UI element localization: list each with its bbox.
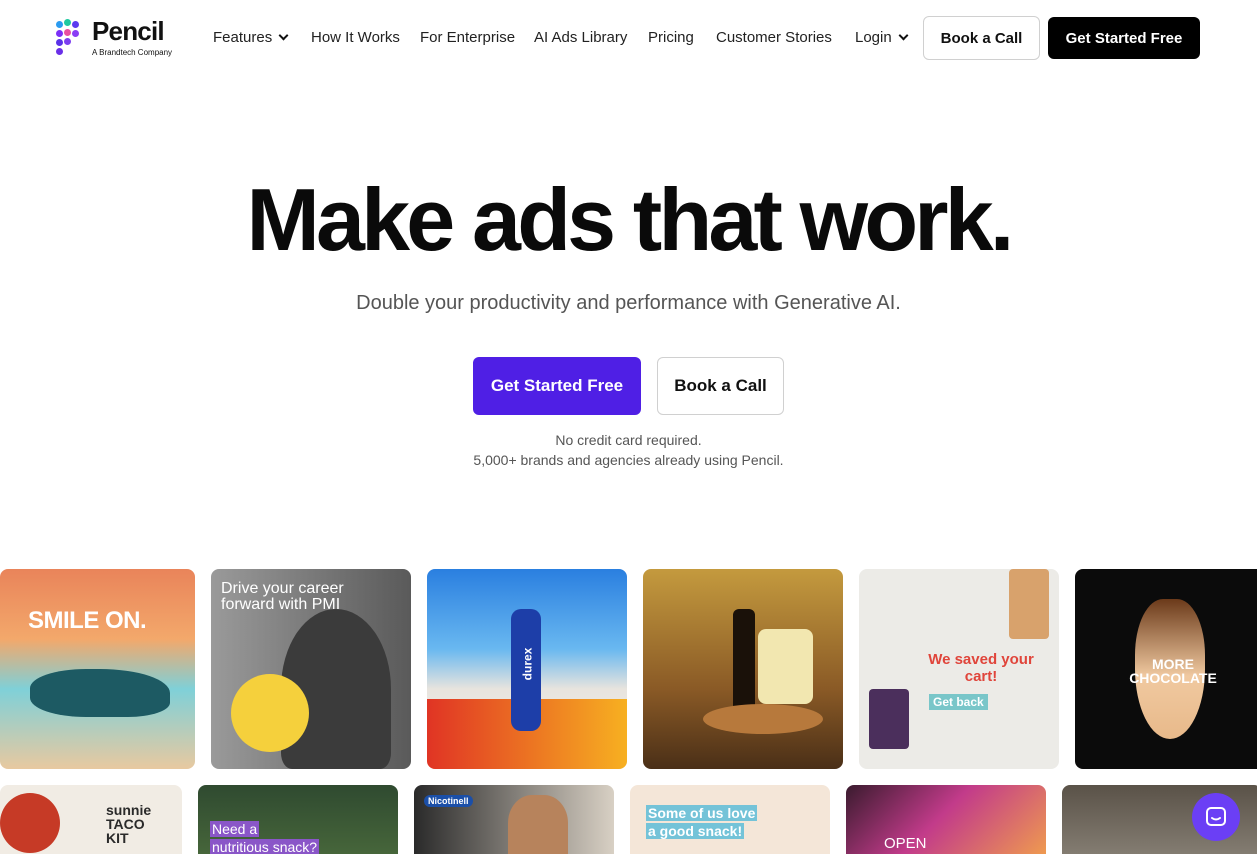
- hero-title: Make ads that work.: [246, 170, 1014, 269]
- no-credit-card-note: No credit card required.: [555, 432, 702, 448]
- ad-card-snack-love[interactable]: Some of us love a good snack!: [630, 785, 830, 854]
- ad-card-snack-love-text-2: a good snack!: [646, 823, 745, 839]
- nav-get-started-button[interactable]: Get Started Free: [1048, 17, 1200, 59]
- ad-card-nicotinell-text: Nicotinell: [424, 795, 473, 807]
- apples-image: [0, 793, 60, 853]
- yellow-circle-shape: [231, 674, 309, 752]
- nav-login-label: Login: [855, 29, 892, 46]
- nav-book-call-button[interactable]: Book a Call: [923, 16, 1040, 60]
- ad-card-chocolate[interactable]: MORE CHOCOLATE: [1075, 569, 1257, 769]
- ad-card-taco[interactable]: sunnie TACO KIT: [0, 785, 182, 854]
- ad-card-snacks-text: We saved your cart!: [928, 651, 1034, 685]
- ad-card-durex-text: durex: [520, 647, 535, 681]
- hero-get-started-button[interactable]: Get Started Free: [473, 357, 641, 415]
- chevron-down-icon: [278, 30, 289, 41]
- ad-card-pmi-text: Drive your career forward with PMI: [221, 580, 344, 613]
- brand-logo[interactable]: Pencil A Brandtech Company: [56, 16, 186, 58]
- ad-card-open[interactable]: OPEN: [846, 785, 1046, 854]
- nav-features[interactable]: Features: [213, 28, 289, 48]
- whisky-bottle-image: [733, 609, 755, 719]
- ad-card-snacks-button-text: Get back: [929, 694, 988, 710]
- ad-card-snack-love-text-1: Some of us love: [646, 805, 758, 821]
- ad-card-shoe[interactable]: SMILE ON.: [0, 569, 195, 769]
- man-image: [508, 795, 568, 854]
- board-image: [703, 704, 823, 734]
- ad-card-durex[interactable]: durex: [427, 569, 627, 769]
- brand-tagline: A Brandtech Company: [92, 48, 173, 57]
- ad-card-nutritious-text-2: nutritious snack?: [210, 839, 320, 854]
- ad-card-snacks[interactable]: We saved your cart! Get back: [859, 569, 1059, 769]
- hero-subtitle: Double your productivity and performance…: [356, 292, 901, 314]
- cheese-image: [758, 629, 813, 704]
- pencil-logo-icon: [56, 19, 84, 55]
- ad-card-whisky[interactable]: [643, 569, 843, 769]
- nav-features-label: Features: [213, 29, 273, 46]
- ad-card-open-text: OPEN: [884, 835, 927, 852]
- chevron-down-icon: [898, 30, 909, 41]
- chat-launcher-button[interactable]: [1192, 793, 1240, 841]
- brand-name: Pencil: [92, 16, 165, 46]
- ad-card-nutritious[interactable]: Need a nutritious snack?: [198, 785, 398, 854]
- shoe-image: [30, 669, 170, 717]
- ad-card-pmi[interactable]: Drive your career forward with PMI: [211, 569, 411, 769]
- snack-pack-image: [869, 689, 909, 749]
- snack-pack-image-2: [1009, 569, 1049, 639]
- nav-login[interactable]: Login: [855, 28, 909, 48]
- ad-card-taco-text: sunnie TACO KIT: [106, 802, 152, 846]
- brands-count-note: 5,000+ brands and agencies already using…: [473, 452, 784, 468]
- nav-how-it-works[interactable]: How It Works: [311, 28, 400, 48]
- ad-card-chocolate-text: MORE CHOCOLATE: [1129, 656, 1217, 686]
- chat-bubble-icon: [1206, 807, 1226, 826]
- nav-for-enterprise[interactable]: For Enterprise: [420, 28, 515, 48]
- nav-ai-ads-library[interactable]: AI Ads Library: [534, 28, 627, 48]
- nav-customer-stories[interactable]: Customer Stories: [716, 28, 832, 48]
- ad-card-shoe-text: SMILE ON.: [28, 607, 147, 634]
- ad-card-nutritious-text-1: Need a: [210, 821, 260, 837]
- hero-book-call-button[interactable]: Book a Call: [657, 357, 784, 415]
- nav-pricing[interactable]: Pricing: [648, 28, 694, 48]
- top-nav: Pencil A Brandtech Company Features How …: [0, 0, 1257, 76]
- ad-card-nicotinell[interactable]: Nicotinell: [414, 785, 614, 854]
